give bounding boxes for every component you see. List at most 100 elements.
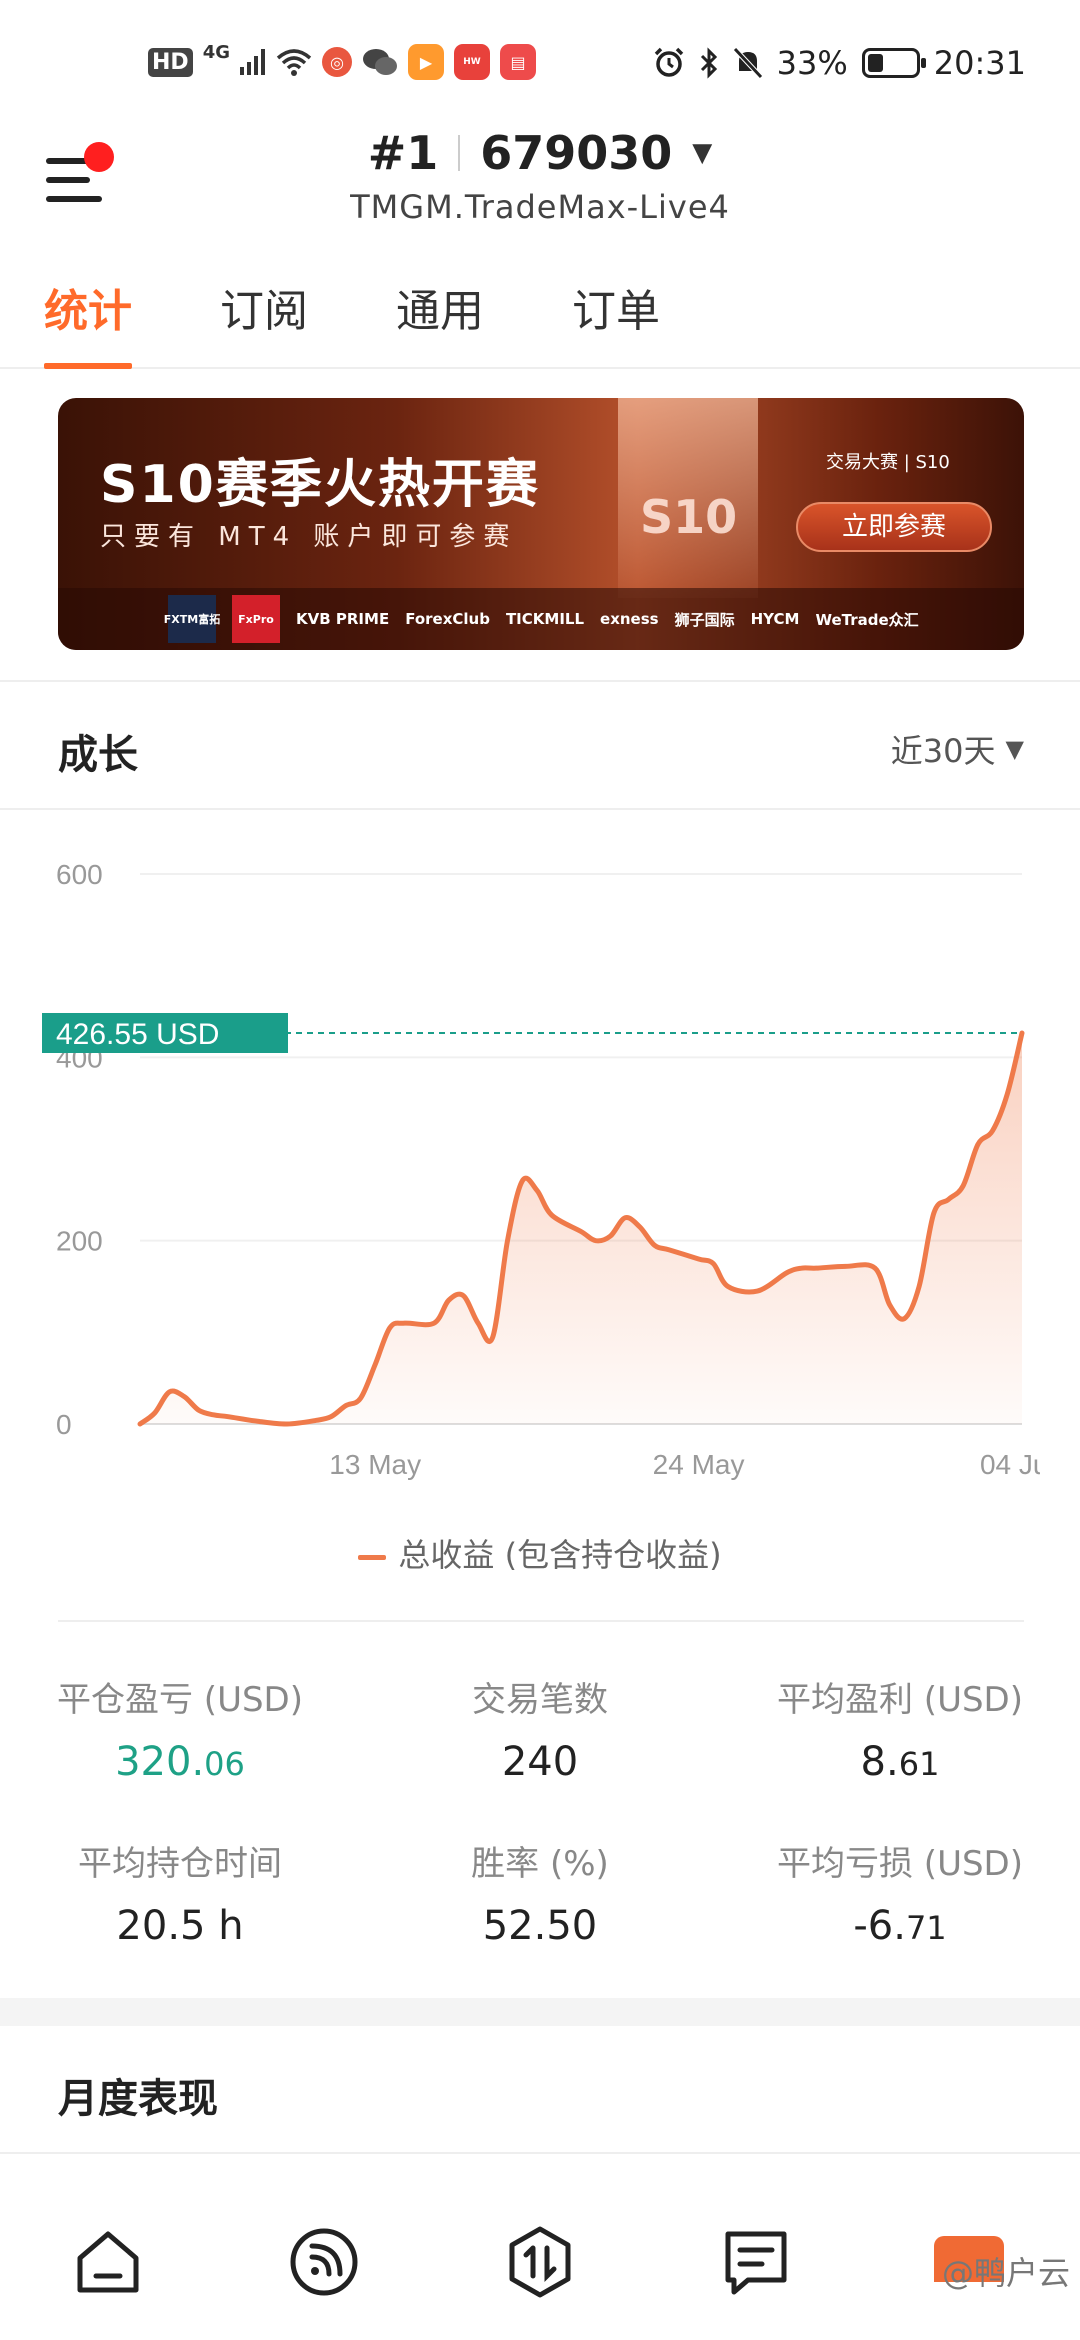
divider	[0, 2152, 1080, 2154]
stat-value: 52.50	[370, 1903, 710, 1949]
y-tick-label: 200	[56, 1226, 103, 1257]
stat-value-dec: 61	[898, 1745, 940, 1783]
divider	[0, 808, 1080, 810]
stat-label: 平均持仓时间	[78, 1844, 282, 1884]
stat-value: 8.61	[730, 1739, 1070, 1785]
sponsor-logo: 狮子国际	[674, 610, 735, 629]
mute-icon	[732, 47, 763, 79]
stat-value: 320.06	[10, 1739, 350, 1785]
video-app-icon: ▶	[408, 44, 444, 80]
stat-trade-count: 交易笔数 240	[370, 1672, 710, 1785]
battery-percent: 33%	[776, 44, 848, 82]
status-bar: HD 4G ◎ ▶ HW ▤ 33% 20:31	[0, 0, 1080, 130]
stat-value: 240	[370, 1739, 710, 1785]
separator	[458, 135, 461, 171]
sponsor-logo: FXTM富拓	[164, 595, 220, 643]
hd-indicator: HD	[148, 47, 193, 77]
sponsor-strip: FXTM富拓 FxPro KVB PRIME ForexClub TICKMIL…	[58, 588, 1024, 650]
tab-orders[interactable]: 订单	[572, 275, 660, 369]
section-gap	[0, 1998, 1080, 2026]
tab-stats[interactable]: 统计	[44, 275, 132, 369]
caret-down-icon: ▼	[1005, 735, 1024, 763]
legend-label: 总收益 (包含持仓收益)	[398, 1536, 722, 1574]
divider	[58, 1620, 1024, 1622]
promo-banner[interactable]: S10赛季火热开赛 只要有 MT4 账户即可参赛 S10 交易大赛 | S10 …	[58, 398, 1024, 650]
stat-label: 平仓盈亏 (USD)	[57, 1680, 303, 1720]
wifi-icon	[276, 49, 312, 76]
status-left: HD 4G ◎ ▶ HW ▤	[148, 41, 536, 80]
alarm-icon	[654, 47, 683, 77]
stat-value: -6.71	[730, 1903, 1070, 1949]
tab-indicator	[44, 363, 132, 369]
divider	[0, 680, 1080, 682]
range-label: 近30天	[890, 732, 996, 770]
stat-value-dec: 71	[905, 1909, 947, 1947]
stat-value-int: 8.	[860, 1739, 899, 1785]
orders-icon[interactable]	[718, 2224, 794, 2300]
stat-label: 胜率 (%)	[471, 1844, 609, 1884]
app-notification-icon: ◎	[322, 47, 352, 77]
sponsor-logo: WeTrade众汇	[815, 610, 919, 629]
huawei-app-icon: HW	[454, 44, 490, 80]
join-contest-button[interactable]: 立即参赛	[796, 502, 992, 552]
wechat-icon	[363, 49, 397, 75]
tab-label: 统计	[44, 286, 132, 337]
stat-win-rate: 胜率 (%) 52.50	[370, 1836, 710, 1949]
stat-value-int: 20.5 h	[116, 1903, 244, 1949]
tab-subscribe[interactable]: 订阅	[220, 275, 308, 369]
legend-swatch	[358, 1554, 387, 1560]
signal-icon	[240, 49, 265, 75]
banner-title: S10赛季火热开赛	[100, 455, 540, 515]
sponsor-logo: HYCM	[750, 610, 800, 628]
account-rank: #1	[367, 126, 439, 180]
watermark: @鸭户云	[941, 2254, 1070, 2292]
monthly-title: 月度表现	[58, 2076, 218, 2122]
sponsor-logo: KVB PRIME	[296, 610, 390, 628]
stat-value: 20.5 h	[10, 1903, 350, 1949]
stat-avg-hold-time: 平均持仓时间 20.5 h	[10, 1836, 350, 1949]
reader-app-icon: ▤	[500, 44, 536, 80]
stat-value-dec: 06	[204, 1745, 245, 1783]
range-selector[interactable]: 近30天 ▼	[891, 726, 1024, 772]
tab-label: 订单	[572, 286, 660, 337]
banner-tag: 交易大赛 | S10	[826, 452, 950, 473]
growth-chart[interactable]: 020040060013 May24 May04 Jun426.55 USD	[40, 848, 1040, 1508]
x-tick-label: 04 Jun	[980, 1449, 1040, 1480]
stat-value-int: 240	[501, 1739, 579, 1785]
stat-label: 平均亏损 (USD)	[777, 1844, 1023, 1884]
caret-down-icon[interactable]: ▼	[692, 138, 712, 168]
network-type: 4G	[202, 41, 230, 63]
trade-icon[interactable]	[502, 2224, 578, 2300]
stat-value-int: 320.	[115, 1739, 205, 1785]
growth-title: 成长	[58, 732, 138, 778]
stat-value-int: 52.50	[482, 1903, 598, 1949]
sponsor-logo: exness	[600, 610, 659, 628]
account-header[interactable]: #1 679030 ▼ TMGM.TradeMax-Live4	[0, 126, 1080, 226]
home-icon[interactable]	[70, 2224, 146, 2300]
current-value-label: 426.55 USD	[56, 1018, 219, 1051]
stat-label: 平均盈利 (USD)	[777, 1680, 1023, 1720]
bottom-nav	[0, 2180, 1080, 2340]
y-tick-label: 0	[56, 1409, 72, 1440]
stat-avg-loss: 平均亏损 (USD) -6.71	[730, 1836, 1070, 1949]
stat-avg-profit: 平均盈利 (USD) 8.61	[730, 1672, 1070, 1785]
tab-label: 订阅	[220, 286, 308, 337]
feed-icon[interactable]	[286, 2224, 362, 2300]
account-server: TMGM.TradeMax-Live4	[350, 188, 730, 226]
sponsor-logo: FxPro	[232, 595, 280, 643]
stat-closed-pnl: 平仓盈亏 (USD) 320.06	[10, 1672, 350, 1785]
banner-subtitle: 只要有 MT4 账户即可参赛	[100, 522, 518, 552]
y-tick-label: 600	[56, 859, 103, 890]
sponsor-logo: TICKMILL	[505, 610, 585, 628]
stat-value-int: -6.	[853, 1903, 906, 1949]
sponsor-logo: ForexClub	[405, 610, 490, 628]
chart-legend: 总收益 (包含持仓收益)	[0, 1530, 1080, 1576]
bluetooth-icon	[700, 47, 717, 79]
x-tick-label: 13 May	[329, 1449, 421, 1480]
account-id: 679030	[480, 126, 673, 180]
tab-label: 通用	[396, 286, 484, 337]
battery-icon	[861, 48, 926, 78]
banner-season-badge: S10	[640, 490, 738, 544]
tab-general[interactable]: 通用	[396, 275, 484, 369]
series-area	[140, 1032, 1022, 1425]
